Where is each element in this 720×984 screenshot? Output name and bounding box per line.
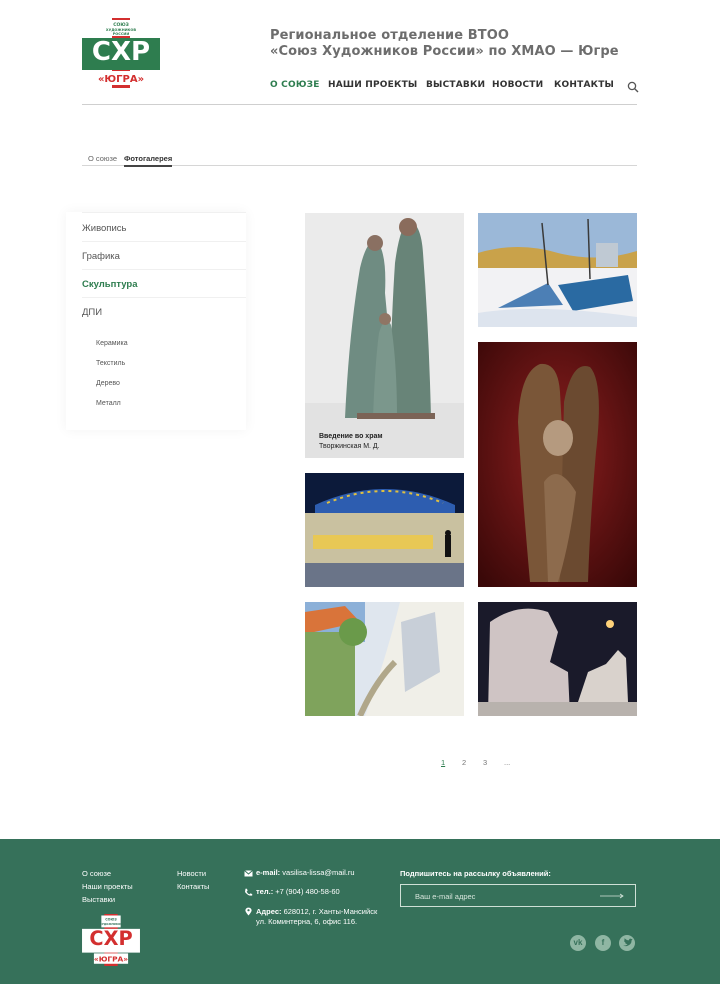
svg-text:СХР: СХР	[89, 927, 132, 950]
svg-text:РОССИИ: РОССИИ	[113, 32, 130, 36]
tab-about[interactable]: О союзе	[88, 154, 117, 163]
nav-item-about[interactable]: О СОЮЗЕ	[270, 80, 320, 90]
nav-item-projects[interactable]: НАШИ ПРОЕКТЫ	[328, 80, 417, 90]
facebook-glyph: f	[601, 938, 605, 947]
nav-item-contacts[interactable]: КОНТАКТЫ	[554, 80, 614, 90]
location-pin-icon	[245, 907, 252, 916]
sidebar-subitem-metal[interactable]: Металл	[96, 400, 121, 407]
email-link[interactable]: vasilisa-lissa@mail.ru	[282, 868, 354, 877]
street-painting-image	[305, 602, 464, 716]
page-3[interactable]: 3	[483, 758, 487, 767]
page-more[interactable]: ...	[504, 758, 510, 767]
sidebar-divider	[82, 269, 246, 270]
gallery-item-ice-sculpture[interactable]	[478, 602, 637, 716]
category-sidebar: Живопись Графика Скульптура ДПИ Керамика…	[66, 212, 246, 430]
sidebar-divider	[82, 212, 246, 213]
vk-glyph: vk	[573, 938, 583, 947]
search-icon[interactable]	[627, 80, 639, 93]
gallery-item-street-painting[interactable]	[305, 602, 464, 716]
address-line2: ул. Коминтерна, 6, офис 116.	[256, 917, 358, 926]
facebook-icon[interactable]: f	[595, 935, 611, 951]
sidebar-item-graphics[interactable]: Графика	[82, 251, 120, 262]
sculpture-figures-image	[305, 213, 464, 458]
header-divider	[82, 104, 637, 105]
nav-item-news[interactable]: НОВОСТИ	[492, 80, 543, 90]
site-title-line1: Региональное отделение ВТОО	[270, 28, 510, 43]
phone-label: тел.:	[256, 887, 274, 896]
boats-painting-image	[478, 213, 637, 327]
subscribe-title: Подпишитесь на рассылку объявлений:	[400, 869, 551, 878]
phone-number[interactable]: +7 (904) 480-58-60	[275, 887, 339, 896]
caption-author: Творжинская М. Д.	[319, 443, 380, 450]
subscribe-form	[400, 884, 636, 907]
ice-sculpture-image	[478, 602, 637, 716]
email-label: e-mail:	[256, 868, 281, 877]
gallery-item-ice-night[interactable]	[305, 473, 464, 587]
sidebar-item-dpi[interactable]: ДПИ	[82, 307, 102, 318]
address-label: Адрес:	[256, 907, 282, 916]
twitter-bird-glyph	[623, 938, 633, 947]
vk-icon[interactable]: vk	[570, 935, 586, 951]
mail-icon	[244, 870, 253, 877]
footer-link-contacts[interactable]: Контакты	[177, 882, 209, 891]
breadcrumb: О союзе Фотогалерея	[82, 153, 637, 167]
footer-address: Адрес: 628012, г. Ханты-Мансийск ул. Ком…	[256, 907, 377, 927]
sidebar-subitem-wood[interactable]: Дерево	[96, 380, 120, 387]
page-2[interactable]: 2	[462, 758, 466, 767]
svg-text:«ЮГРА»: «ЮГРА»	[98, 74, 144, 85]
footer-phone: тел.: +7 (904) 480-58-60	[256, 887, 340, 897]
footer-link-projects[interactable]: Наши проекты	[82, 882, 133, 891]
address-line1: 628012, г. Ханты-Мансийск	[283, 907, 378, 916]
footer-link-about[interactable]: О союзе	[82, 869, 111, 878]
sidebar-divider	[82, 241, 246, 242]
arrow-right-icon[interactable]	[599, 891, 625, 901]
wood-sculpture-image	[478, 342, 637, 587]
site-logo[interactable]: СХР «ЮГРА» СОЮЗ ХУДОЖНИКОВ РОССИИ	[82, 18, 160, 88]
svg-text:СХР: СХР	[92, 37, 150, 67]
site-footer: О союзе Наши проекты Выставки Новости Ко…	[0, 839, 720, 984]
footer-email: e-mail: vasilisa-lissa@mail.ru	[256, 868, 355, 878]
svg-text:СОЮЗ: СОЮЗ	[105, 918, 117, 922]
sidebar-subitem-ceramics[interactable]: Керамика	[96, 340, 128, 347]
footer-link-exhibitions[interactable]: Выставки	[82, 895, 115, 904]
ice-building-night-image	[305, 473, 464, 587]
caption-title: Введение во храм	[319, 433, 383, 440]
nav-item-exhibitions[interactable]: ВЫСТАВКИ	[426, 80, 485, 90]
sidebar-subitem-textile[interactable]: Текстиль	[96, 360, 125, 367]
site-title: Региональное отделение ВТОО «Союз Художн…	[270, 28, 619, 60]
page-1[interactable]: 1	[441, 758, 445, 767]
sidebar-divider	[82, 297, 246, 298]
sidebar-item-sculpture[interactable]: Скульптура	[82, 279, 138, 290]
featured-caption: Введение во храм Творжинская М. Д.	[319, 432, 383, 452]
gallery-item-boats-painting[interactable]	[478, 213, 637, 327]
footer-logo[interactable]: СХР «ЮГРА» СОЮЗ ХУДОЖНИКОВ	[82, 914, 140, 966]
subscribe-email-input[interactable]	[415, 890, 585, 902]
twitter-icon[interactable]	[619, 935, 635, 951]
sidebar-item-painting[interactable]: Живопись	[82, 223, 126, 234]
gallery-item-featured[interactable]: Введение во храм Творжинская М. Д.	[305, 213, 464, 458]
tab-photogallery[interactable]: Фотогалерея	[124, 154, 173, 167]
svg-text:ХУДОЖНИКОВ: ХУДОЖНИКОВ	[100, 922, 122, 926]
phone-icon	[245, 888, 253, 896]
gallery-item-wood-sculpture[interactable]	[478, 342, 637, 587]
svg-text:«ЮГРА»: «ЮГРА»	[94, 955, 128, 964]
site-title-line2: «Союз Художников России» по ХМАО — Югре	[270, 44, 619, 59]
footer-link-news[interactable]: Новости	[177, 869, 206, 878]
